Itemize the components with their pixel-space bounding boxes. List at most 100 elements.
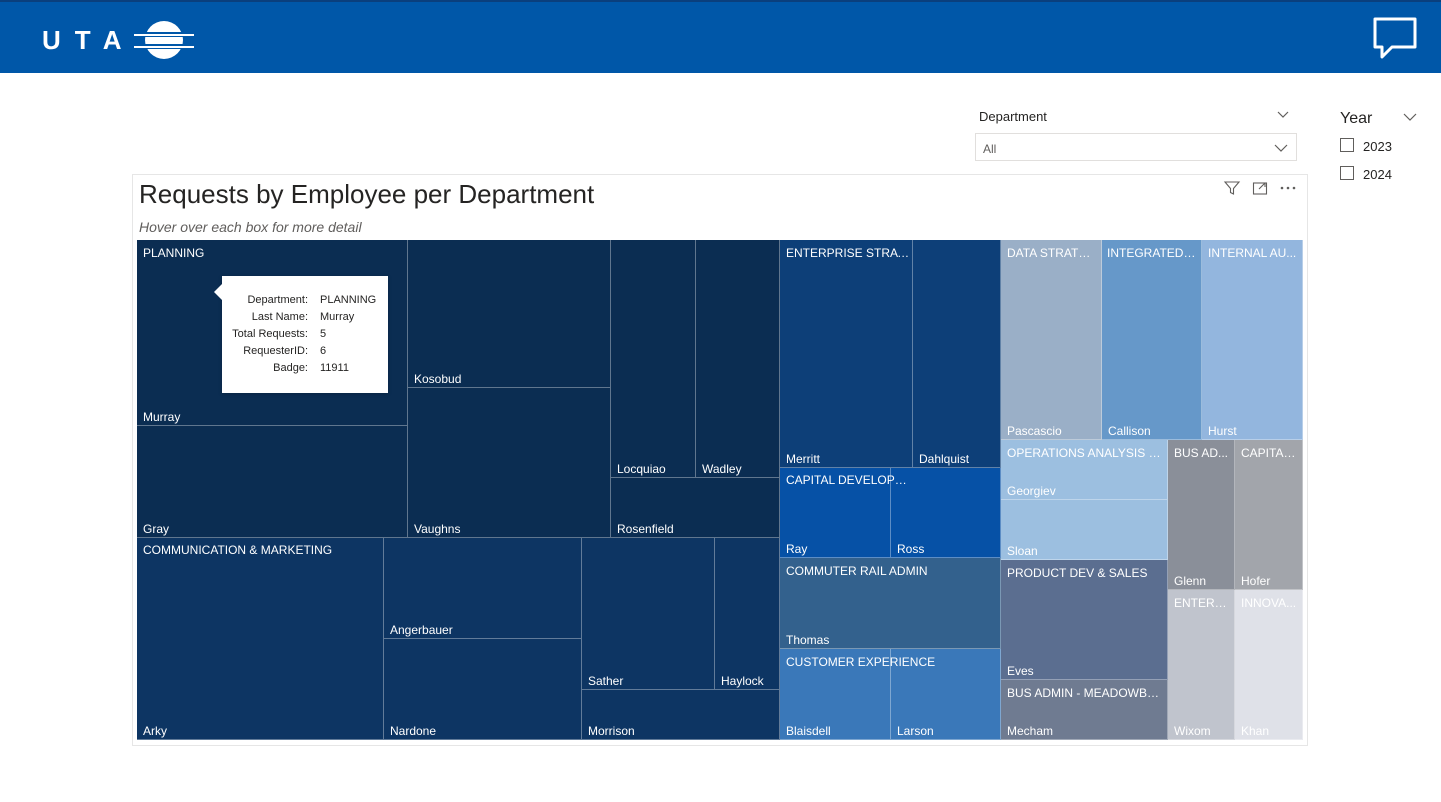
treemap-cell[interactable]: Hurst <box>1202 240 1303 440</box>
employee-label: Vaughns <box>414 522 461 536</box>
treemap-cell[interactable]: Blaisdell <box>780 649 891 740</box>
department-slicer-header: Department <box>975 104 1297 128</box>
more-options-icon[interactable] <box>1279 179 1297 197</box>
tooltip-row: Last Name: Murray <box>222 311 388 328</box>
employee-label: Sloan <box>1007 544 1038 558</box>
employee-label: Hurst <box>1208 424 1237 438</box>
treemap-cell[interactable]: Pascascio <box>1001 240 1102 440</box>
treemap-cell[interactable]: Wixom <box>1168 590 1235 740</box>
focus-mode-icon[interactable] <box>1251 179 1269 197</box>
chat-bubble-icon[interactable] <box>1372 16 1418 62</box>
treemap-cell[interactable]: Wadley <box>696 240 780 478</box>
chevron-down-icon[interactable] <box>1277 108 1289 120</box>
employee-label: Haylock <box>721 674 764 688</box>
treemap-cell[interactable]: Rosenfield <box>611 478 780 538</box>
year-slicer-header: Year <box>1339 108 1429 128</box>
treemap-cell[interactable]: Callison <box>1102 240 1202 440</box>
treemap-cell[interactable]: Mecham <box>1001 680 1168 740</box>
filter-icon[interactable] <box>1223 179 1241 197</box>
treemap-cell[interactable]: Dahlquist <box>913 240 1001 468</box>
treemap-cell[interactable]: Ross <box>891 468 1001 558</box>
employee-label: Angerbauer <box>390 623 453 637</box>
tooltip-row: Department: PLANNING <box>222 294 388 311</box>
treemap-cell[interactable]: Arky <box>137 538 384 740</box>
chevron-down-icon <box>1274 144 1288 152</box>
tooltip: Department: PLANNING Last Name: Murray Total… <box>214 276 388 393</box>
treemap-cell[interactable]: Kosobud <box>408 240 611 388</box>
year-option-2023[interactable]: 2023 <box>1339 128 1429 156</box>
uta-logo: UTA <box>42 20 194 60</box>
employee-label: Rosenfield <box>617 522 674 536</box>
employee-label: Georgiev <box>1007 484 1056 498</box>
employee-label: Kosobud <box>414 372 462 386</box>
tooltip-key: Total Requests: <box>232 328 308 340</box>
tooltip-value: Murray <box>320 311 355 323</box>
treemap-cell[interactable]: Glenn <box>1168 440 1235 590</box>
employee-label: Blaisdell <box>786 724 831 738</box>
treemap-cell[interactable]: Sather <box>582 538 715 690</box>
employee-label: Gray <box>143 522 170 536</box>
visual-title: Requests by Employee per Department <box>139 179 595 209</box>
checkbox[interactable] <box>1340 138 1354 152</box>
treemap-cell[interactable]: Larson <box>891 649 1001 740</box>
employee-label: Larson <box>897 724 934 738</box>
treemap-cell[interactable]: Ray <box>780 468 891 558</box>
year-slicer-title: Year <box>1340 110 1373 127</box>
employee-label: Wixom <box>1174 724 1211 738</box>
tooltip-row: RequesterID: 6 <box>222 345 388 362</box>
employee-label: Dahlquist <box>919 452 970 466</box>
tooltip-row: Badge: 11911 <box>222 362 388 379</box>
tooltip-key: Last Name: <box>251 311 308 323</box>
treemap-cell[interactable]: Georgiev <box>1001 440 1168 500</box>
year-option-2024[interactable]: 2024 <box>1339 156 1429 184</box>
department-slicer-title: Department <box>979 109 1047 124</box>
treemap-cell[interactable]: Haylock <box>715 538 780 690</box>
employee-label: Thomas <box>786 633 830 647</box>
treemap-cell[interactable]: Gray <box>137 426 408 538</box>
tooltip-row: Total Requests: 5 <box>222 328 388 345</box>
treemap-cell[interactable]: Locquiao <box>611 240 696 478</box>
employee-label: Ross <box>897 542 925 556</box>
year-slicer: Year 2023 2024 <box>1339 108 1429 184</box>
year-option-label: 2023 <box>1363 139 1392 154</box>
employee-label: Pascascio <box>1007 424 1062 438</box>
employee-label: Nardone <box>390 724 437 738</box>
treemap-cell[interactable]: Thomas <box>780 558 1001 649</box>
treemap-cell[interactable]: Eves <box>1001 560 1168 680</box>
treemap-cell[interactable]: Khan <box>1235 590 1303 740</box>
department-dropdown[interactable]: All <box>975 133 1297 161</box>
employee-label: Eves <box>1007 664 1034 678</box>
tooltip-value: 11911 <box>320 362 349 374</box>
employee-label: Merritt <box>786 452 820 466</box>
treemap-cell[interactable]: Merritt <box>780 240 913 468</box>
visual-header-tools <box>1223 179 1297 197</box>
employee-label: Locquiao <box>617 462 666 476</box>
treemap-cell[interactable]: Nardone <box>384 639 582 740</box>
treemap-cell[interactable]: Hofer <box>1235 440 1303 590</box>
logo-text: UTA <box>42 25 136 55</box>
employee-label: Sather <box>588 674 624 688</box>
year-option-label: 2024 <box>1363 167 1392 182</box>
treemap-cell[interactable]: Angerbauer <box>384 538 582 639</box>
tooltip-value: 5 <box>320 328 327 340</box>
checkbox[interactable] <box>1340 166 1354 180</box>
tooltip-key: Department: <box>247 294 308 306</box>
treemap-cell[interactable]: Morrison <box>582 690 780 740</box>
employee-label: Arky <box>143 724 167 738</box>
treemap-cell[interactable]: Sloan <box>1001 500 1168 560</box>
department-slicer: Department All <box>975 104 1297 161</box>
tooltip-key: Badge: <box>273 362 308 374</box>
employee-label: Wadley <box>702 462 742 476</box>
employee-label: Murray <box>143 410 181 424</box>
employee-label: Khan <box>1241 724 1270 738</box>
tooltip-value: PLANNING <box>320 294 377 306</box>
chevron-down-icon[interactable] <box>1403 110 1417 124</box>
app-header: UTA <box>0 0 1441 73</box>
employee-label: Mecham <box>1007 724 1054 738</box>
employee-label: Morrison <box>588 724 635 738</box>
tooltip-key: RequesterID: <box>243 345 308 357</box>
employee-label: Ray <box>786 542 808 556</box>
tooltip-value: 6 <box>320 345 327 357</box>
visual-subtitle: Hover over each box for more detail <box>139 219 362 235</box>
treemap-cell[interactable]: Vaughns <box>408 388 611 538</box>
